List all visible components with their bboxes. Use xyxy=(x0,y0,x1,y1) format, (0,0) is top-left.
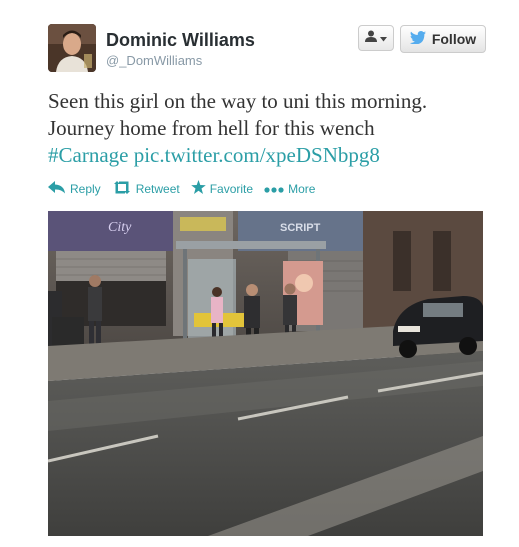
retweet-icon xyxy=(112,180,132,197)
svg-text:City: City xyxy=(108,220,132,235)
star-icon xyxy=(190,180,206,197)
reply-icon xyxy=(48,180,66,197)
retweet-action[interactable]: Retweet xyxy=(112,180,180,197)
pic-link[interactable]: pic.twitter.com/xpeDSNbpg8 xyxy=(134,143,380,167)
more-action[interactable]: More xyxy=(264,182,315,196)
user-handle[interactable]: @_DomWilliams xyxy=(106,53,202,68)
favorite-label: Favorite xyxy=(209,181,254,196)
hashtag-link[interactable]: #Carnage xyxy=(48,143,128,167)
more-label: More xyxy=(288,181,316,196)
avatar[interactable] xyxy=(48,24,96,72)
twitter-bird-icon xyxy=(409,31,426,47)
reply-action[interactable]: Reply xyxy=(48,180,101,197)
tweet-text-line-2: Journey home from hell for this wench xyxy=(48,116,375,140)
user-icon xyxy=(365,29,377,47)
favorite-action[interactable]: Favorite xyxy=(190,180,254,197)
follow-label: Follow xyxy=(431,31,477,47)
shop-sign-text: SCRIPT xyxy=(280,222,321,234)
caret-down-icon xyxy=(380,29,387,47)
more-dots-icon xyxy=(264,182,284,196)
display-name[interactable]: Dominic Williams xyxy=(106,30,255,51)
retweet-label: Retweet xyxy=(135,181,180,196)
follow-button[interactable]: Follow xyxy=(400,25,486,53)
reply-label: Reply xyxy=(70,181,101,196)
tweet-photo[interactable]: City SCRIPT xyxy=(48,211,483,536)
user-actions-dropdown[interactable] xyxy=(358,25,394,51)
tweet-text-line-1: Seen this girl on the way to uni this mo… xyxy=(48,89,428,113)
tweet-text: Seen this girl on the way to uni this mo… xyxy=(48,88,508,169)
tweet-actions: Reply Retweet Favorite More xyxy=(48,180,315,197)
